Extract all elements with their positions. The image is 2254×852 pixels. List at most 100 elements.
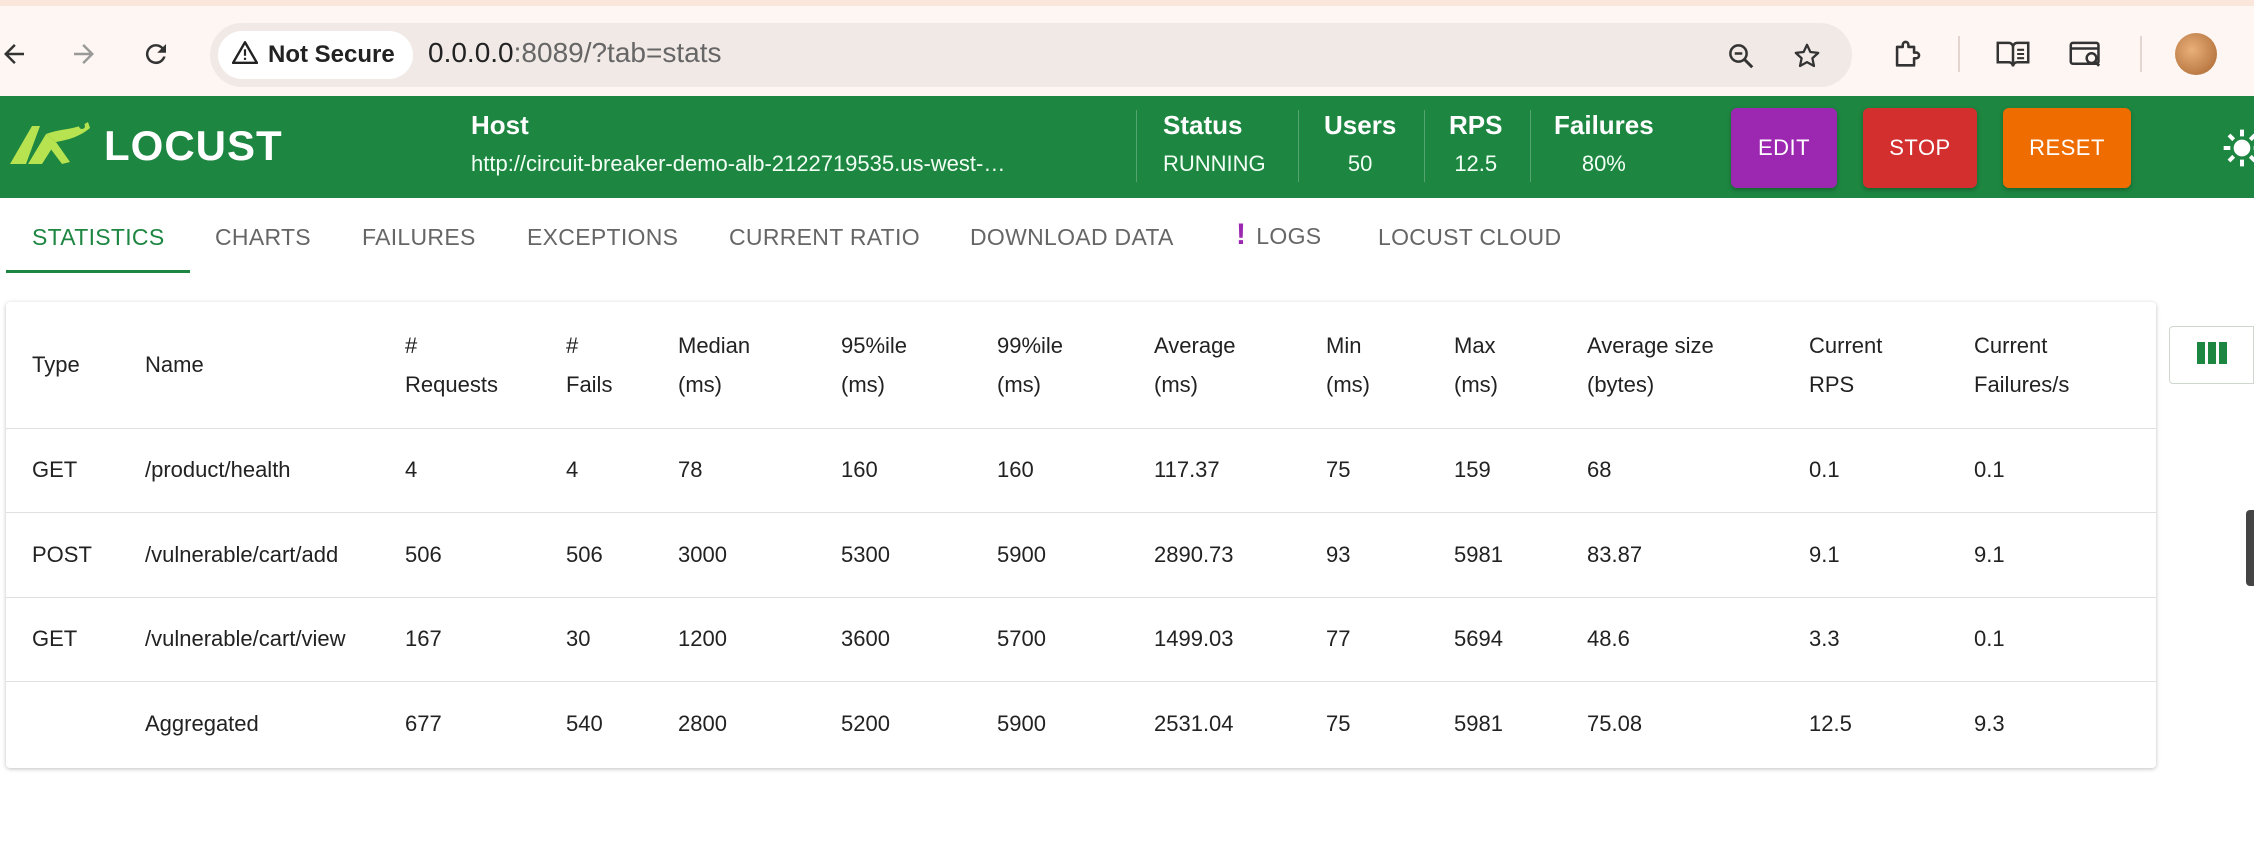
columns-icon — [2196, 341, 2227, 369]
tab-charts[interactable]: CHARTS — [215, 224, 311, 251]
table-cell: /product/health — [145, 427, 405, 513]
table-cell: 3600 — [841, 596, 997, 682]
table-cell: GET — [6, 596, 145, 682]
tab-download-data[interactable]: DOWNLOAD DATA — [970, 224, 1174, 251]
column-header[interactable]: 95%ile (ms) — [841, 302, 997, 428]
column-header-label: Current — [1809, 332, 1883, 358]
security-chip[interactable]: Not Secure — [218, 31, 413, 79]
side-drawer-handle[interactable] — [2246, 510, 2254, 586]
column-header-sublabel: (ms) — [841, 371, 885, 397]
table-cell: 5700 — [997, 596, 1154, 682]
column-header[interactable]: # Requests — [405, 302, 566, 428]
column-header[interactable]: Min (ms) — [1326, 302, 1454, 428]
header-divider — [1530, 110, 1531, 182]
column-header[interactable]: Type — [6, 302, 145, 428]
column-header[interactable]: Max (ms) — [1454, 302, 1587, 428]
table-cell: /vulnerable/cart/add — [145, 512, 405, 597]
table-cell: 77 — [1326, 596, 1454, 682]
rps-label: RPS — [1449, 110, 1503, 140]
url-text[interactable]: 0.0.0.0:8089/?tab=stats — [428, 37, 721, 69]
column-header-sublabel: (ms) — [997, 371, 1041, 397]
column-header-label: Max — [1454, 332, 1496, 358]
tab-logs-label: LOGS — [1256, 223, 1322, 249]
table-cell: 159 — [1454, 427, 1587, 513]
logs-alert-icon: ! — [1236, 218, 1247, 251]
users-label: Users — [1324, 110, 1397, 140]
table-cell: 9.1 — [1809, 512, 1974, 597]
tab-exceptions[interactable]: EXCEPTIONS — [527, 224, 678, 251]
table-cell: 677 — [405, 681, 566, 766]
logo-text: LOCUST — [104, 121, 283, 169]
users-value: 50 — [1347, 151, 1373, 176]
table-cell: 0.1 — [1974, 596, 2156, 682]
tab-current-ratio[interactable]: CURRENT RATIO — [729, 224, 920, 251]
address-bar[interactable]: Not Secure 0.0.0.0:8089/?tab=stats — [210, 23, 1852, 87]
reset-button[interactable]: RESET — [2003, 108, 2131, 188]
table-cell: 160 — [997, 427, 1154, 513]
tab-bar: STATISTICS CHARTS FAILURES EXCEPTIONS CU… — [0, 198, 2254, 276]
status-stat: Status RUNNING — [1163, 110, 1266, 177]
table-cell: 9.3 — [1974, 681, 2156, 766]
forward-icon[interactable] — [64, 34, 104, 74]
back-icon[interactable] — [0, 34, 34, 74]
column-header-label: 99%ile — [997, 332, 1064, 358]
table-cell: 1499.03 — [1154, 596, 1326, 682]
column-selector-button[interactable] — [2169, 326, 2254, 384]
status-value: RUNNING — [1163, 151, 1266, 176]
table-cell — [6, 681, 145, 766]
zoom-icon[interactable] — [1724, 39, 1758, 73]
column-header-label: Median — [678, 332, 751, 358]
column-header-sublabel: Fails — [566, 371, 613, 397]
reload-icon[interactable] — [136, 34, 176, 74]
column-header[interactable]: Average size (bytes) — [1587, 302, 1809, 428]
column-header[interactable]: Median (ms) — [678, 302, 841, 428]
column-header-label: # — [405, 332, 418, 358]
table-cell: 4 — [405, 427, 566, 513]
toolbar-divider — [1958, 36, 1960, 72]
bookmark-star-icon[interactable] — [1790, 39, 1824, 73]
profile-avatar[interactable] — [2175, 33, 2217, 75]
tab-statistics[interactable]: STATISTICS — [32, 224, 165, 251]
column-header[interactable]: Name — [145, 302, 405, 428]
table-cell: 75 — [1326, 427, 1454, 513]
table-cell: Aggregated — [145, 681, 405, 766]
table-row: GET /vulnerable/cart/view 167 30 1200 36… — [6, 596, 2156, 682]
table-cell: 30 — [566, 596, 678, 682]
table-cell: 48.6 — [1587, 596, 1809, 682]
table-cell: 5300 — [841, 512, 997, 597]
locust-logo-icon — [6, 118, 92, 173]
theme-toggle-icon[interactable] — [2222, 128, 2254, 173]
column-header-label: Name — [145, 352, 204, 378]
table-cell: 506 — [566, 512, 678, 597]
app-header: LOCUST Host http://circuit-breaker-demo-… — [0, 96, 2254, 198]
tab-failures[interactable]: FAILURES — [362, 224, 476, 251]
extensions-icon[interactable] — [1887, 34, 1927, 74]
column-header-sublabel: RPS — [1809, 371, 1855, 397]
column-header[interactable]: # Fails — [566, 302, 678, 428]
column-header[interactable]: Current RPS — [1809, 302, 1974, 428]
reading-mode-icon[interactable] — [1993, 34, 2033, 74]
table-cell: 75.08 — [1587, 681, 1809, 766]
stop-button[interactable]: STOP — [1863, 108, 1977, 188]
column-header-label: Average size — [1587, 332, 1714, 358]
locust-logo[interactable]: LOCUST — [6, 118, 283, 173]
tab-locust-cloud[interactable]: LOCUST CLOUD — [1378, 224, 1561, 251]
table-cell: 506 — [405, 512, 566, 597]
column-header[interactable]: Average (ms) — [1154, 302, 1326, 428]
column-header-label: Current — [1974, 332, 2048, 358]
table-cell: 5694 — [1454, 596, 1587, 682]
tab-search-icon[interactable] — [2066, 34, 2106, 74]
table-cell: 75 — [1326, 681, 1454, 766]
column-header[interactable]: 99%ile (ms) — [997, 302, 1154, 428]
table-cell: /vulnerable/cart/view — [145, 596, 405, 682]
stats-table: Type Name # Requests # Fails Median (ms) 95… — [6, 302, 2156, 766]
table-cell: 540 — [566, 681, 678, 766]
table-cell: 0.1 — [1974, 427, 2156, 513]
table-cell: 5900 — [997, 681, 1154, 766]
table-cell: 9.1 — [1974, 512, 2156, 597]
column-header[interactable]: Current Failures/s — [1974, 302, 2156, 428]
edit-button[interactable]: EDIT — [1731, 108, 1837, 188]
tab-logs[interactable]: ! LOGS — [1236, 218, 1321, 252]
column-header-sublabel: (ms) — [1326, 371, 1370, 397]
url-path: :8089/?tab=stats — [513, 37, 722, 68]
